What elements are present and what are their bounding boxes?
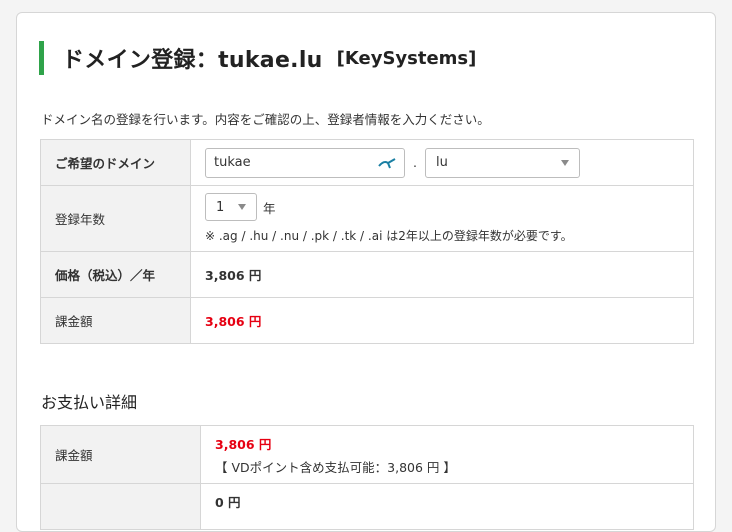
- years-row: 登録年数 1 年 ※ .ag / .hu / .nu / .pk / .tk /…: [40, 185, 694, 252]
- price-row: 価格（税込）／年 3,806 円: [40, 251, 694, 298]
- tld-select-value: lu: [435, 155, 448, 170]
- payment-next-value: 0 円: [200, 483, 694, 530]
- domain-label: ご希望のドメイン: [40, 139, 191, 186]
- charge-row: 課金額 3,806 円: [40, 297, 694, 344]
- years-label: 登録年数: [40, 185, 191, 252]
- domain-dot: .: [412, 155, 417, 170]
- charge-label: 課金額: [40, 297, 191, 344]
- intro-text: ドメイン名の登録を行います。内容をご確認の上、登録者情報を入力ください。: [41, 112, 490, 127]
- payment-charge-label: 課金額: [40, 425, 201, 484]
- payment-next-label: [40, 483, 201, 530]
- years-select[interactable]: 1: [205, 193, 257, 221]
- price-label: 価格（税込）／年: [40, 251, 191, 298]
- domain-form-table: ご希望のドメイン tukae . lu 登録年数 1 年 ※ .ag / .hu…: [40, 139, 694, 344]
- registrar-name: [KeySystems]: [336, 47, 477, 69]
- registration-card: ドメイン登録：tukae.lu [KeySystems] ドメイン名の登録を行い…: [16, 12, 716, 532]
- payment-charge-row: 課金額 3,806 円 【 VDポイント含め支払可能：3,806 円 】: [40, 425, 694, 484]
- payment-next-row: 0 円: [40, 483, 694, 530]
- payment-charge-cell: 3,806 円 【 VDポイント含め支払可能：3,806 円 】: [200, 425, 694, 484]
- payment-table: 課金額 3,806 円 【 VDポイント含め支払可能：3,806 円 】 0 円: [40, 425, 694, 530]
- vd-point-note: 【 VDポイント含め支払可能：3,806 円 】: [215, 459, 456, 475]
- page-title: ドメイン登録：tukae.lu: [62, 48, 323, 73]
- domain-row: ご希望のドメイン tukae . lu: [40, 139, 694, 186]
- tld-select[interactable]: lu: [424, 147, 580, 178]
- domain-input[interactable]: tukae: [205, 147, 405, 178]
- autofill-key-icon[interactable]: [378, 157, 396, 169]
- page-heading: ドメイン登録：tukae.lu [KeySystems]: [39, 41, 476, 75]
- price-value: 3,806 円: [190, 251, 694, 298]
- payment-section-title: お支払い詳細: [41, 393, 138, 412]
- payment-charge-value: 3,806 円: [215, 436, 272, 452]
- domain-input-value: tukae: [214, 155, 251, 170]
- years-unit: 年: [263, 200, 276, 216]
- years-note: ※ .ag / .hu / .nu / .pk / .tk / .ai は2年以…: [205, 229, 573, 243]
- domain-cell: tukae . lu: [190, 139, 694, 186]
- years-select-value: 1: [216, 199, 225, 215]
- charge-value: 3,806 円: [190, 297, 694, 344]
- caret-down-icon: [560, 159, 569, 166]
- years-cell: 1 年 ※ .ag / .hu / .nu / .pk / .tk / .ai …: [190, 185, 694, 252]
- caret-down-icon: [238, 204, 246, 210]
